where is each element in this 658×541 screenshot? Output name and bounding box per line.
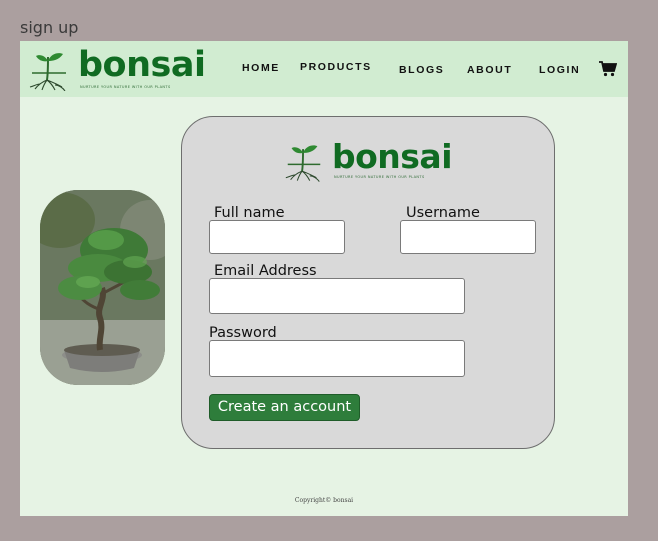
brand-name: bonsai bbox=[78, 45, 206, 85]
brand-tagline: NURTURE YOUR NATURE WITH OUR PLANTS bbox=[80, 85, 171, 89]
card-brand-tagline: NURTURE YOUR NATURE WITH OUR PLANTS bbox=[334, 175, 425, 179]
nav-link-home[interactable]: HOME bbox=[242, 62, 280, 74]
full-name-input[interactable] bbox=[209, 220, 345, 254]
bonsai-tree-icon bbox=[285, 145, 321, 182]
password-input[interactable] bbox=[209, 340, 465, 377]
username-label: Username bbox=[406, 205, 480, 221]
bonsai-tree-icon bbox=[29, 53, 66, 91]
bonsai-photo bbox=[40, 190, 165, 385]
email-label: Email Address bbox=[214, 263, 317, 279]
email-input[interactable] bbox=[209, 278, 465, 314]
full-name-label: Full name bbox=[214, 205, 285, 221]
brand-logo[interactable]: bonsai NURTURE YOUR NATURE WITH OUR PLAN… bbox=[26, 45, 206, 91]
nav-link-login[interactable]: LOGIN bbox=[539, 64, 580, 76]
username-input[interactable] bbox=[400, 220, 536, 254]
footer-copyright: Copyright© bonsai bbox=[294, 497, 354, 504]
create-account-button[interactable]: Create an account bbox=[209, 394, 360, 421]
nav-link-blogs[interactable]: BLOGS bbox=[399, 64, 444, 76]
frame-label: sign up bbox=[20, 18, 79, 37]
shopping-cart-icon[interactable] bbox=[599, 61, 618, 82]
navbar: bonsai NURTURE YOUR NATURE WITH OUR PLAN… bbox=[20, 41, 628, 97]
card-brand-name: bonsai bbox=[332, 137, 453, 176]
nav-link-about[interactable]: ABOUT bbox=[467, 64, 512, 76]
password-label: Password bbox=[209, 325, 277, 341]
signup-card: bonsai NURTURE YOUR NATURE WITH OUR PLAN… bbox=[181, 116, 555, 449]
page-frame: bonsai NURTURE YOUR NATURE WITH OUR PLAN… bbox=[20, 41, 628, 516]
nav-link-products[interactable]: PRODUCTS bbox=[300, 61, 372, 73]
card-brand-logo: bonsai NURTURE YOUR NATURE WITH OUR PLAN… bbox=[282, 137, 453, 184]
